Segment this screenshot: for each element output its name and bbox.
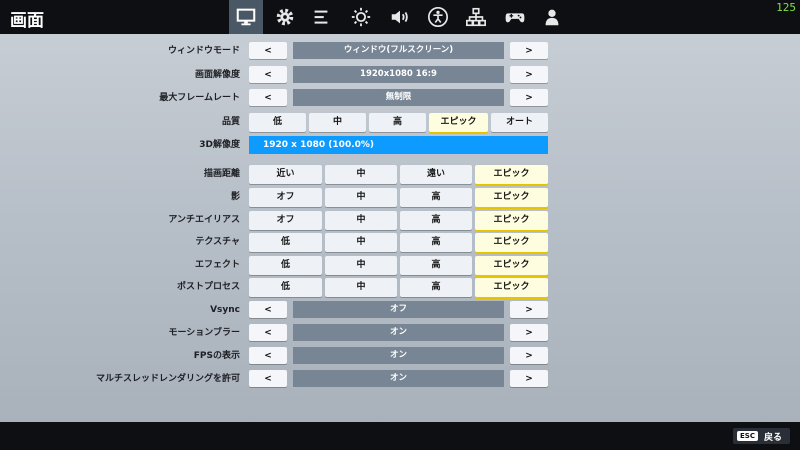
quality-option-epic[interactable]: エピック (429, 113, 488, 132)
accessibility-icon (428, 7, 448, 27)
effects-option-medium[interactable]: 中 (325, 256, 397, 275)
brightness-icon (351, 7, 371, 27)
list-icon (314, 10, 328, 24)
show-fps-value: オン (293, 347, 504, 364)
view-distance-label: 描画距離 (203, 169, 240, 179)
textures-option-high[interactable]: 高 (400, 233, 472, 252)
anti-aliasing-option-epic[interactable]: エピック (475, 211, 548, 230)
window-mode-prev-button[interactable]: < (249, 42, 287, 59)
frame-rate-value: 無制限 (293, 89, 504, 106)
effects-option-low[interactable]: 低 (249, 256, 322, 275)
anti-aliasing-option-high[interactable]: 高 (400, 211, 472, 230)
fps-counter: 125 (776, 1, 796, 14)
tab-audio[interactable] (383, 0, 417, 34)
speaker-icon (391, 10, 408, 24)
shadows-option-medium[interactable]: 中 (325, 188, 397, 207)
gear-icon (276, 8, 294, 26)
vsync-value: オフ (293, 301, 504, 318)
top-bar: 画面 125 (0, 0, 800, 34)
post-process-option-epic[interactable]: エピック (475, 278, 548, 297)
quality-option-low[interactable]: 低 (249, 113, 306, 132)
anti-aliasing-option-off[interactable]: オフ (249, 211, 322, 230)
view-distance-option-near[interactable]: 近い (249, 165, 322, 184)
frame-rate-label: 最大フレームレート (159, 93, 240, 103)
show-fps-prev-button[interactable]: < (249, 347, 287, 364)
textures-option-medium[interactable]: 中 (325, 233, 397, 252)
view-distance-option-epic[interactable]: エピック (475, 165, 548, 184)
anti-aliasing-option-medium[interactable]: 中 (325, 211, 397, 230)
back-button[interactable]: ESC 戻る (733, 428, 790, 444)
resolution-prev-button[interactable]: < (249, 66, 287, 83)
view-distance-option-far[interactable]: 遠い (400, 165, 472, 184)
quality-label: 品質 (221, 117, 240, 127)
resolution-value: 1920x1080 16:9 (293, 66, 504, 83)
vsync-next-button[interactable]: > (510, 301, 548, 318)
frame-rate-next-button[interactable]: > (510, 89, 548, 106)
quality-option-auto[interactable]: オート (491, 113, 548, 132)
back-label: 戻る (763, 432, 782, 443)
anti-aliasing-label: アンチエイリアス (168, 215, 240, 225)
motion-blur-next-button[interactable]: > (510, 324, 548, 341)
post-process-label: ポストプロセス (176, 282, 240, 292)
post-process-option-low[interactable]: 低 (249, 278, 322, 297)
user-icon (545, 9, 559, 26)
bottom-bar: ESC 戻る (0, 422, 800, 450)
motion-blur-value: オン (293, 324, 504, 341)
post-process-option-high[interactable]: 高 (400, 278, 472, 297)
tab-display[interactable] (229, 0, 263, 34)
effects-option-epic[interactable]: エピック (475, 256, 548, 275)
tab-accessibility[interactable] (421, 0, 455, 34)
window-mode-label: ウィンドウモード (167, 46, 240, 56)
shadows-option-high[interactable]: 高 (400, 188, 472, 207)
show-fps-label: FPSの表示 (193, 351, 240, 361)
resolution-next-button[interactable]: > (510, 66, 548, 83)
tab-controller[interactable] (498, 0, 532, 34)
multithread-value: オン (293, 370, 504, 387)
multithread-label: マルチスレッドレンダリングを許可 (95, 374, 240, 384)
esc-key-icon: ESC (737, 431, 758, 441)
effects-option-high[interactable]: 高 (400, 256, 472, 275)
tab-game[interactable] (268, 0, 302, 34)
vsync-prev-button[interactable]: < (249, 301, 287, 318)
multithread-prev-button[interactable]: < (249, 370, 287, 387)
vsync-label: Vsync (210, 305, 240, 315)
window-mode-next-button[interactable]: > (510, 42, 548, 59)
effects-label: エフェクト (194, 260, 240, 270)
page-title: 画面 (10, 11, 44, 31)
monitor-icon (236, 8, 256, 26)
multithread-next-button[interactable]: > (510, 370, 548, 387)
shadows-label: 影 (230, 192, 240, 202)
tab-account[interactable] (535, 0, 569, 34)
textures-label: テクスチャ (195, 237, 240, 247)
res3d-label: 3D解像度 (199, 140, 240, 150)
textures-option-low[interactable]: 低 (249, 233, 322, 252)
controller-icon (505, 13, 525, 23)
resolution-label: 画面解像度 (194, 70, 240, 80)
frame-rate-prev-button[interactable]: < (249, 89, 287, 106)
motion-blur-label: モーションブラー (168, 328, 240, 338)
tab-hud[interactable] (304, 0, 338, 34)
motion-blur-prev-button[interactable]: < (249, 324, 287, 341)
view-distance-option-medium[interactable]: 中 (325, 165, 397, 184)
show-fps-next-button[interactable]: > (510, 347, 548, 364)
shadows-option-off[interactable]: オフ (249, 188, 322, 207)
tab-network[interactable] (459, 0, 493, 34)
quality-option-medium[interactable]: 中 (309, 113, 366, 132)
res3d-slider[interactable]: 1920 x 1080 (100.0%) (249, 136, 548, 154)
shadows-option-epic[interactable]: エピック (475, 188, 548, 207)
post-process-option-medium[interactable]: 中 (325, 278, 397, 297)
textures-option-epic[interactable]: エピック (475, 233, 548, 252)
tab-brightness[interactable] (344, 0, 378, 34)
quality-option-high[interactable]: 高 (369, 113, 426, 132)
window-mode-value: ウィンドウ(フルスクリーン) (293, 42, 504, 59)
network-icon (466, 7, 486, 27)
